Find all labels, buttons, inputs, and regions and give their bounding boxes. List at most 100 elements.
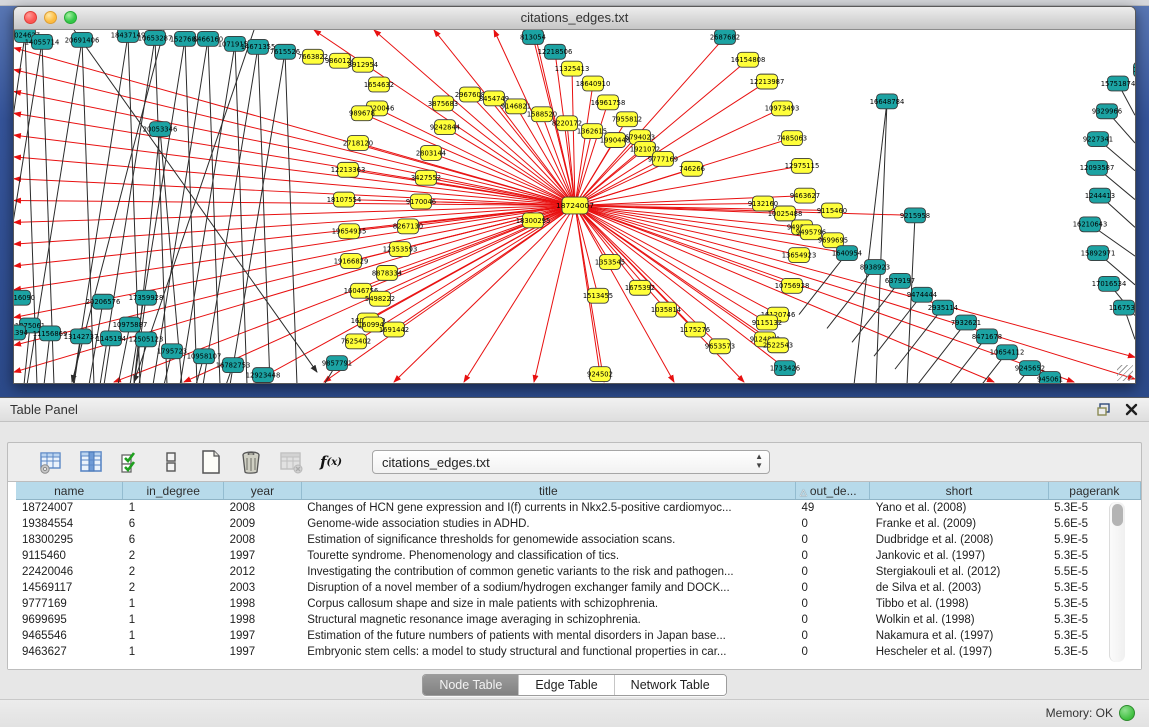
- scrollbar-thumb[interactable]: [1112, 504, 1123, 526]
- graph-node[interactable]: 1035814: [651, 302, 681, 317]
- table-row[interactable]: 1830029562008Estimation of significance …: [16, 532, 1141, 548]
- table-row[interactable]: 946554611997Estimation of the future num…: [16, 628, 1141, 644]
- column-header-in-degree[interactable]: in_degree: [123, 482, 224, 500]
- graph-node[interactable]: 7663822: [298, 49, 328, 64]
- graph-node[interactable]: 16210643: [1073, 217, 1108, 232]
- float-window-icon[interactable]: [1095, 401, 1111, 417]
- graph-node[interactable]: 2616090: [14, 290, 35, 305]
- table-select-dropdown[interactable]: citations_edges.txt ▲▼: [372, 450, 770, 474]
- graph-node[interactable]: 1353545: [595, 255, 625, 270]
- graph-node[interactable]: 11325413: [555, 61, 590, 76]
- graph-node[interactable]: 2935114: [928, 300, 958, 315]
- graph-node[interactable]: 9329966: [1092, 104, 1122, 119]
- column-header-short[interactable]: short: [870, 482, 1048, 500]
- graph-node[interactable]: 12218506: [538, 44, 573, 59]
- table-row[interactable]: 1456911722003Disruption of a novel membe…: [16, 580, 1141, 596]
- table-row[interactable]: 977716911998Corpus callosum shape and si…: [16, 596, 1141, 612]
- close-panel-icon[interactable]: [1123, 401, 1139, 417]
- graph-node[interactable]: 9777169: [648, 151, 678, 166]
- graph-node[interactable]: 12975115: [785, 158, 820, 173]
- graph-node[interactable]: 9653573: [705, 339, 735, 354]
- graph-node[interactable]: 989678: [349, 106, 375, 121]
- trash-icon[interactable]: [238, 449, 264, 475]
- column-header-name[interactable]: name: [16, 482, 123, 500]
- column-header-title[interactable]: title: [301, 482, 795, 500]
- graph-node[interactable]: 9146821: [501, 99, 531, 114]
- graph-node[interactable]: 9115132: [752, 315, 782, 330]
- graph-node[interactable]: 1654632: [364, 77, 394, 92]
- graph-node[interactable]: 16154808: [731, 52, 766, 67]
- graph-node[interactable]: 19166829: [334, 254, 369, 269]
- graph-node[interactable]: 1733426: [770, 361, 800, 376]
- table-panel-titlebar[interactable]: Table Panel: [0, 398, 1149, 422]
- network-canvas[interactable]: 2024627140557142069140618437149106532871…: [14, 30, 1135, 383]
- graph-node[interactable]: 2803144: [416, 146, 446, 161]
- select-rows-icon[interactable]: [118, 449, 144, 475]
- graph-node[interactable]: 3427552: [411, 170, 441, 185]
- graph-node[interactable]: 13654923: [782, 248, 817, 263]
- graph-node[interactable]: 9115460: [817, 203, 847, 218]
- new-document-icon[interactable]: [198, 449, 224, 475]
- graph-node[interactable]: 1145194: [96, 331, 126, 346]
- table-row[interactable]: 969969511998Structural magnetic resonanc…: [16, 612, 1141, 628]
- table-row[interactable]: 946362711997Embryonic stem cells: a mode…: [16, 644, 1141, 660]
- graph-node[interactable]: 5498222: [365, 291, 395, 306]
- graph-node[interactable]: 12213987: [750, 74, 785, 89]
- table-row[interactable]: 2242004622012Investigating the contribut…: [16, 564, 1141, 580]
- graph-node[interactable]: 10756928: [775, 278, 810, 293]
- graph-node[interactable]: 9857791: [322, 356, 352, 371]
- memory-status[interactable]: Memory: OK: [1046, 705, 1135, 721]
- graph-node[interactable]: 1691442: [379, 322, 409, 337]
- graph-node[interactable]: 18640910: [576, 76, 611, 91]
- tab-network-table[interactable]: Network Table: [614, 675, 726, 695]
- tab-node-table[interactable]: Node Table: [423, 675, 518, 695]
- graph-node[interactable]: 1795723: [157, 344, 187, 359]
- graph-node[interactable]: 17016534: [1092, 276, 1127, 291]
- table-columns-icon[interactable]: [78, 449, 104, 475]
- graph-node[interactable]: 7932621: [951, 315, 981, 330]
- graph-node[interactable]: 746266: [679, 161, 705, 176]
- graph-node[interactable]: 16648784: [870, 94, 905, 109]
- graph-node[interactable]: 3875683: [428, 96, 458, 111]
- graph-node[interactable]: 2687682: [710, 30, 740, 44]
- window-resize-grip[interactable]: [1117, 365, 1133, 381]
- graph-node[interactable]: 8267130: [393, 219, 423, 234]
- graph-node[interactable]: 924502: [587, 367, 613, 382]
- graph-node[interactable]: 12093587: [1080, 160, 1115, 175]
- graph-node[interactable]: 1167534: [1109, 300, 1135, 315]
- tab-edge-table[interactable]: Edge Table: [518, 675, 613, 695]
- table-row[interactable]: 911546021997Tourette syndrome. Phenomeno…: [16, 548, 1141, 564]
- table-row[interactable]: 1872400712008Changes of HCN gene express…: [16, 500, 1141, 517]
- graph-node[interactable]: 7955812: [612, 112, 642, 127]
- row-height-icon[interactable]: [158, 449, 184, 475]
- graph-node[interactable]: 945061: [1037, 372, 1063, 383]
- graph-node[interactable]: 9215958: [900, 208, 930, 223]
- column-header-out-de-[interactable]: △out_de...: [795, 482, 869, 500]
- graph-node[interactable]: 15892971: [1081, 246, 1116, 261]
- graph-node[interactable]: 8878334: [372, 265, 402, 280]
- graph-node[interactable]: 8938923: [860, 260, 890, 275]
- graph-node[interactable]: 9474444: [907, 287, 937, 302]
- graph-node[interactable]: 19654935: [332, 224, 367, 239]
- network-window-titlebar[interactable]: citations_edges.txt: [14, 7, 1135, 30]
- graph-node[interactable]: 12505123: [129, 332, 164, 347]
- graph-node[interactable]: 6379197: [885, 273, 915, 288]
- graph-node[interactable]: 1244413: [1085, 188, 1115, 203]
- graph-node[interactable]: 9242844: [430, 120, 460, 135]
- graph-node[interactable]: 20691406: [65, 32, 100, 47]
- table-settings-icon[interactable]: [38, 449, 64, 475]
- function-builder-icon[interactable]: f(x): [318, 449, 344, 475]
- graph-node[interactable]: 1513455: [583, 288, 613, 303]
- graph-node[interactable]: 11123: [1133, 62, 1135, 77]
- column-header-pagerank[interactable]: pagerank: [1048, 482, 1140, 500]
- graph-node[interactable]: 16961758: [591, 95, 626, 110]
- vertical-scrollbar[interactable]: [1109, 502, 1125, 662]
- graph-node[interactable]: 9170046: [406, 194, 436, 209]
- graph-node[interactable]: 813054: [520, 30, 546, 44]
- graph-node[interactable]: 1175276: [680, 322, 710, 337]
- graph-node[interactable]: 2522543: [763, 338, 793, 353]
- graph-node[interactable]: 9463627: [790, 188, 820, 203]
- graph-node[interactable]: 17359928: [129, 290, 164, 305]
- graph-node[interactable]: 7485063: [777, 131, 807, 146]
- delete-table-icon[interactable]: [278, 449, 304, 475]
